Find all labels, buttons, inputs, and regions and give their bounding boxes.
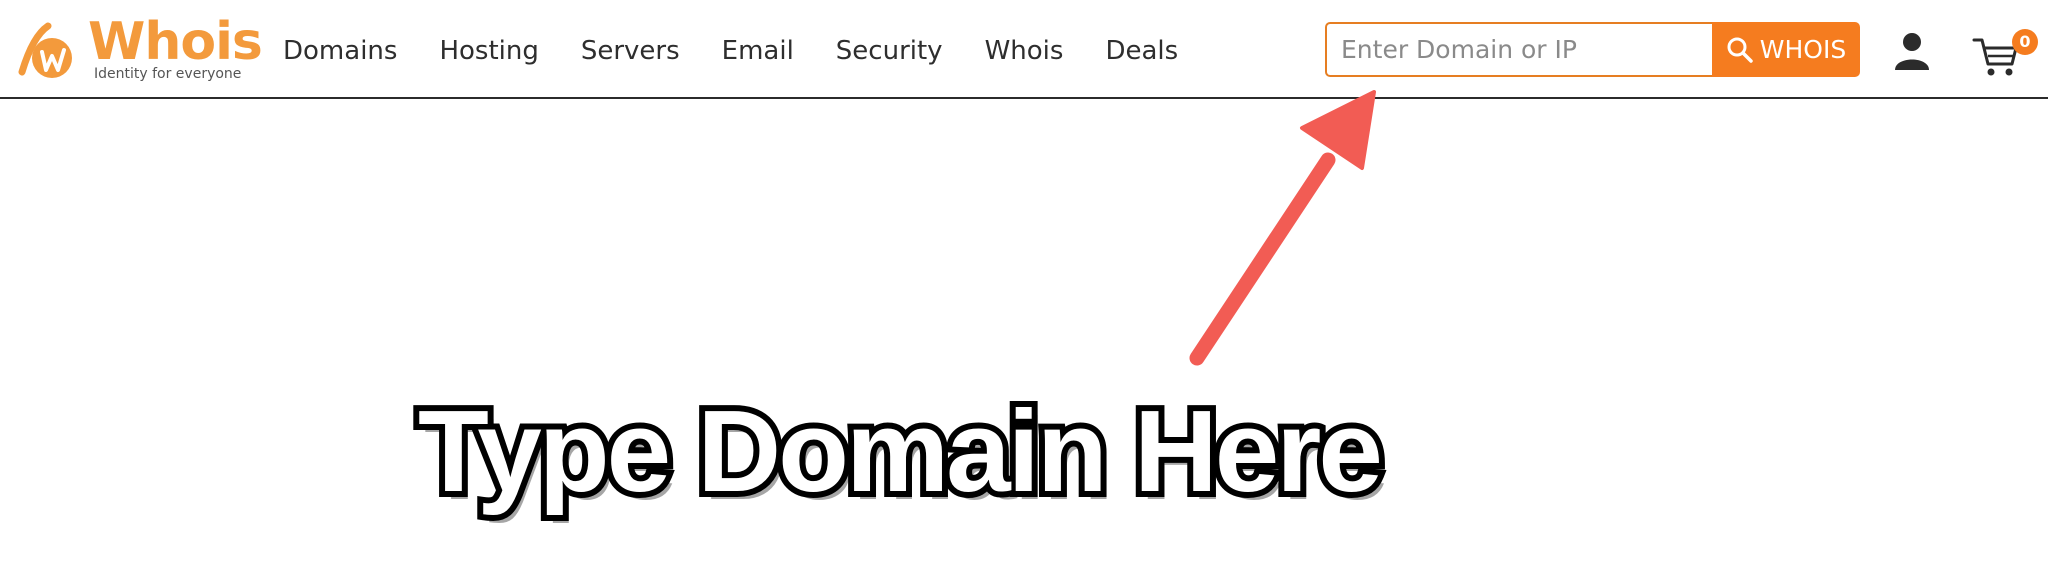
logo-tagline: Identity for everyone [94,66,242,82]
nav-item-email[interactable]: Email [722,36,794,66]
whois-logo[interactable]: Whois Identity for everyone [18,12,263,86]
whois-search-button[interactable]: WHOIS [1712,22,1860,77]
search-icon [1727,37,1753,63]
main-nav: Domains Hosting Servers Email Security W… [283,26,1220,76]
nav-item-deals[interactable]: Deals [1105,36,1178,66]
user-icon[interactable] [1892,30,1932,70]
page: Whois Identity for everyone Domains Host… [0,0,2048,566]
domain-search: WHOIS [1325,22,1860,77]
nav-item-servers[interactable]: Servers [581,36,680,66]
nav-item-whois[interactable]: Whois [985,36,1064,66]
domain-search-input[interactable] [1325,22,1712,77]
cart-count-badge: 0 [2012,29,2038,55]
nav-item-security[interactable]: Security [836,36,943,66]
whois-search-button-label: WHOIS [1759,35,1847,64]
logo-mark-icon [18,22,72,78]
site-header: Whois Identity for everyone Domains Host… [0,0,2048,99]
logo-wordmark: Whois [88,12,263,72]
cart-button[interactable]: 0 [1972,26,2042,76]
annotation-caption: Type Domain Here [412,386,1389,516]
nav-item-domains[interactable]: Domains [283,36,397,66]
nav-item-hosting[interactable]: Hosting [439,36,538,66]
